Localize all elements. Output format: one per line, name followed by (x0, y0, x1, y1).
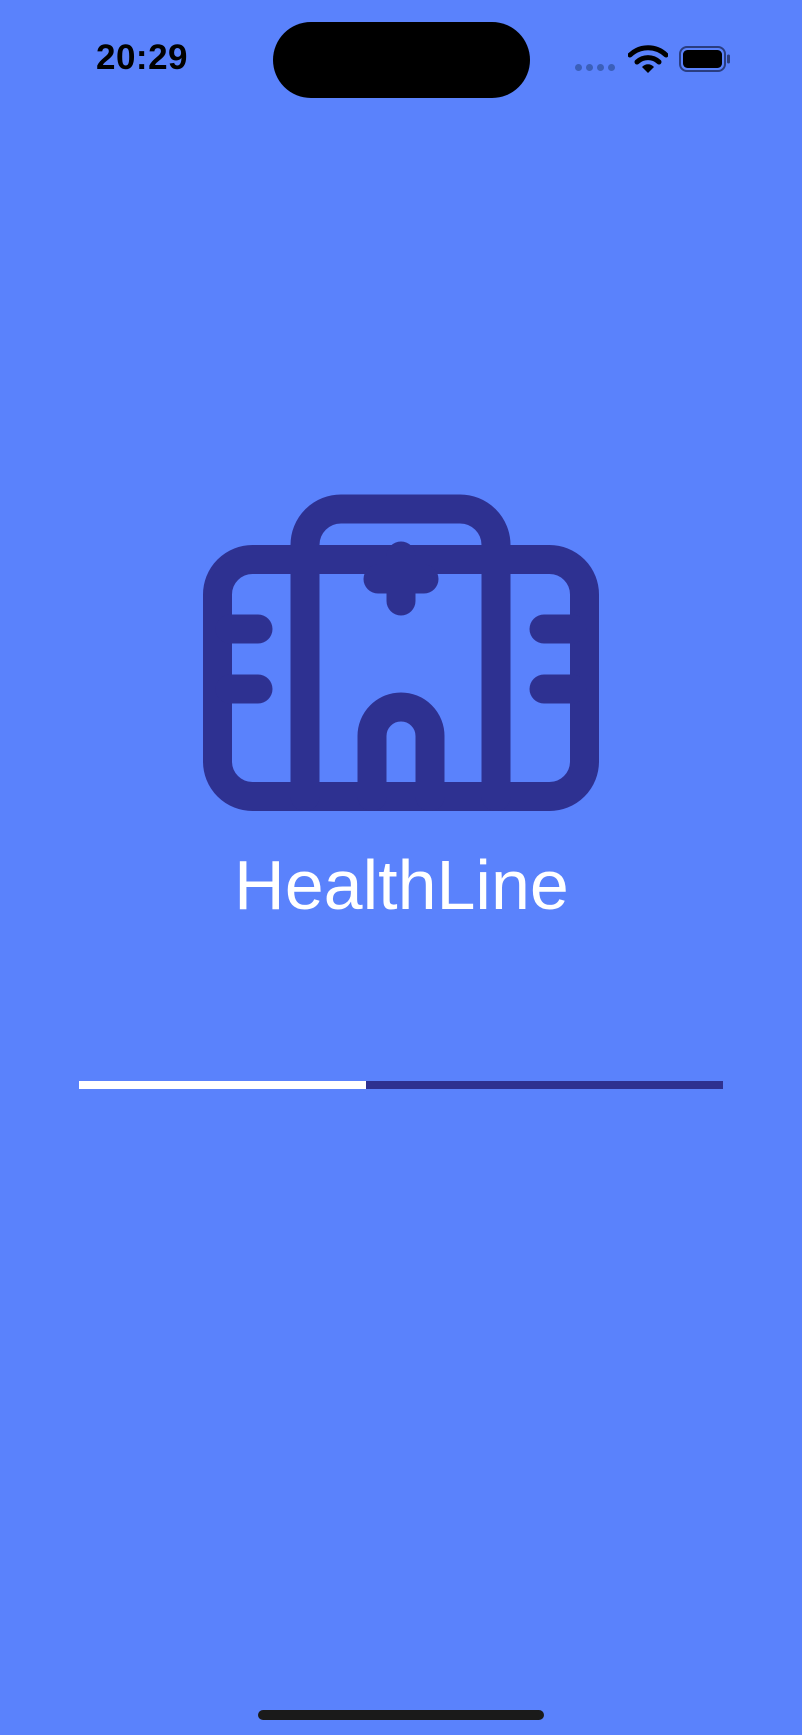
status-time: 20:29 (96, 38, 189, 77)
loading-progress-fill (79, 1081, 366, 1089)
dynamic-island (273, 22, 530, 98)
wifi-icon (628, 45, 668, 73)
hospital-icon (203, 494, 599, 811)
status-bar: 20:29 (0, 0, 803, 120)
loading-progress-bar (79, 1081, 723, 1089)
splash-screen: 20:29 HealthLine (0, 0, 803, 1735)
app-title: HealthLine (234, 846, 569, 924)
home-indicator[interactable] (258, 1710, 544, 1720)
signal-dots-icon (575, 64, 619, 72)
battery-icon (679, 46, 730, 72)
status-icons (570, 42, 740, 78)
